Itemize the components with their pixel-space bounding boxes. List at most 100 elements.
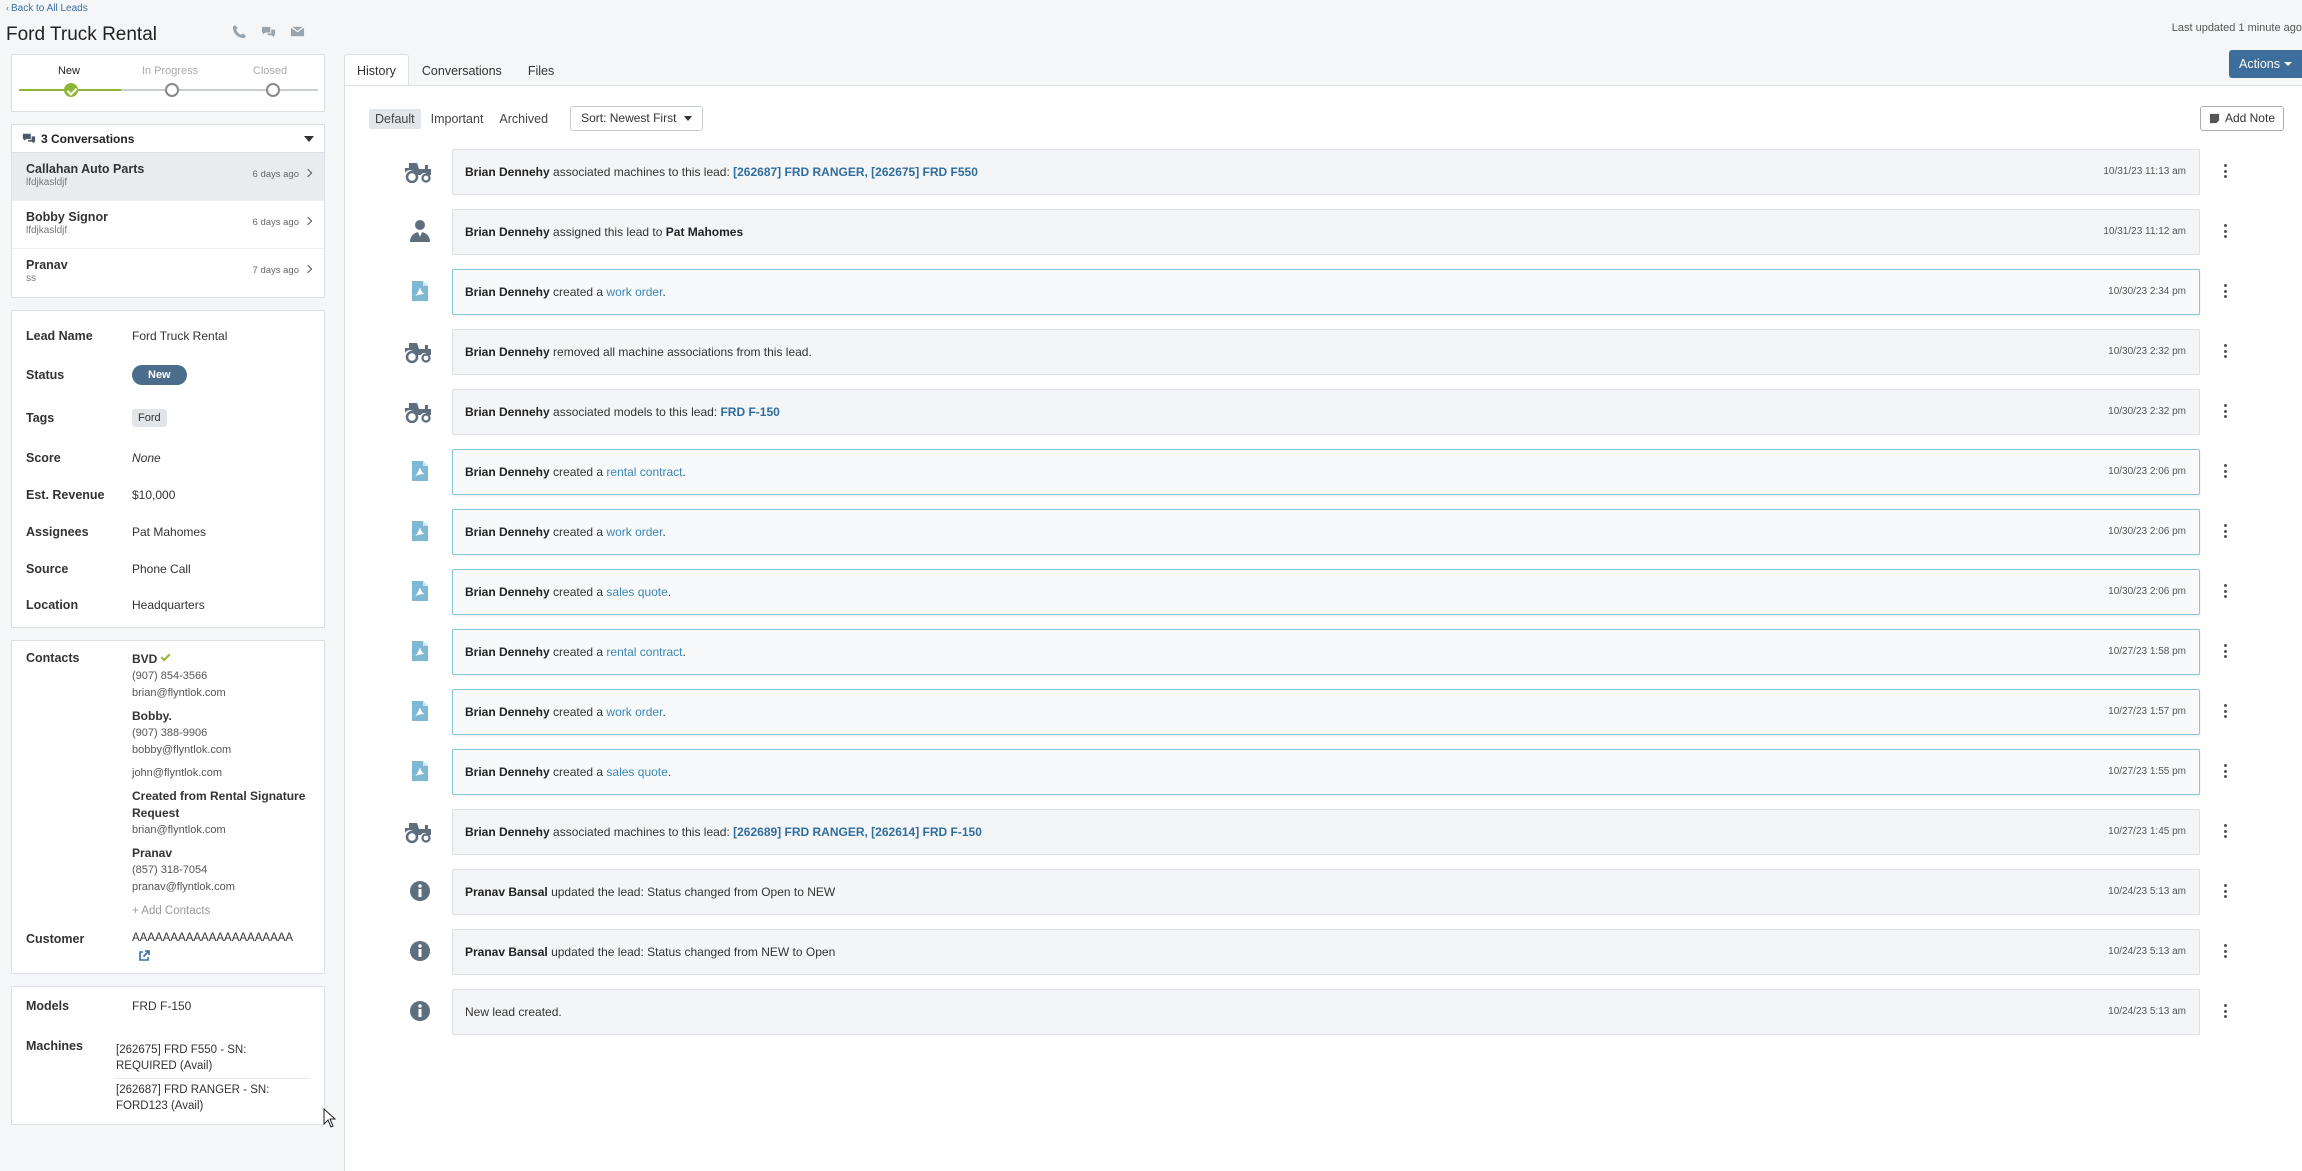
contact-item[interactable]: Pranav (857) 318-7054 pranav@flyntlok.co… [132, 845, 310, 896]
contact-email[interactable]: john@flyntlok.com [132, 765, 310, 782]
customer-value[interactable]: AAAAAAAAAAAAAAAAAAAAA [132, 932, 293, 944]
stage-new-dot[interactable] [64, 83, 78, 97]
history-entry[interactable]: Brian Dennehy created a work order. 10/30… [452, 509, 2200, 555]
lead-name-row: Lead Name Ford Truck Rental [12, 319, 324, 353]
contact-item[interactable]: Created from Rental Signature Request br… [132, 788, 310, 839]
contact-phone[interactable]: (907) 854-3566 [132, 668, 310, 685]
tab-history[interactable]: History [344, 54, 409, 86]
history-link[interactable]: [262689] FRD RANGER, [262614] FRD F-150 [733, 825, 982, 839]
model-value[interactable]: FRD F-150 [132, 999, 191, 1039]
customer-label: Customer [26, 932, 85, 946]
history-link[interactable]: work order [606, 705, 662, 719]
more-options-icon[interactable] [2223, 764, 2227, 778]
conversation-item[interactable]: Callahan Auto Parts lfdjkasldjf 6 days a… [12, 153, 324, 201]
history-entry[interactable]: Brian Dennehy assigned this lead to Pat … [452, 209, 2200, 255]
tractor-icon [405, 338, 435, 364]
contact-item[interactable]: Bobby. (907) 388-9906 bobby@flyntlok.com [132, 708, 310, 759]
history-entry[interactable]: Brian Dennehy created a sales quote. 10/2… [452, 749, 2200, 795]
more-options-icon[interactable] [2223, 464, 2227, 478]
history-entry[interactable]: New lead created. 10/24/23 5:13 am [452, 989, 2200, 1035]
more-options-icon[interactable] [2223, 404, 2227, 418]
history-entry[interactable]: Brian Dennehy associated machines to thi… [452, 149, 2200, 195]
tab-conversations[interactable]: Conversations [409, 54, 515, 86]
conversations-header[interactable]: 3 Conversations [12, 125, 324, 153]
phone-icon[interactable] [232, 24, 247, 39]
contact-email[interactable]: brian@flyntlok.com [132, 685, 310, 702]
history-link[interactable]: rental contract [606, 465, 682, 479]
history-entry[interactable]: Brian Dennehy created a work order. 10/27… [452, 689, 2200, 735]
filter-archived[interactable]: Archived [493, 109, 554, 129]
stage-closed-dot[interactable] [266, 83, 280, 97]
actions-button[interactable]: Actions [2229, 50, 2302, 78]
conversation-item[interactable]: Bobby Signor lfdjkasldjf 6 days ago [12, 201, 324, 249]
location-value[interactable]: Headquarters [132, 598, 205, 612]
add-contacts-link[interactable]: + Add Contacts [132, 902, 310, 920]
history-entry[interactable]: Brian Dennehy associated models to this … [452, 389, 2200, 435]
history-link[interactable]: FRD F-150 [720, 405, 779, 419]
contact-phone[interactable]: (907) 388-9906 [132, 725, 310, 742]
machine-item[interactable]: [262675] FRD F550 - SN: REQUIRED (Avail) [114, 1039, 310, 1079]
email-icon[interactable] [290, 24, 305, 39]
chat-icon[interactable] [261, 24, 276, 39]
more-options-icon[interactable] [2223, 944, 2227, 958]
contact-email[interactable]: pranav@flyntlok.com [132, 879, 310, 896]
external-link-icon[interactable] [138, 950, 150, 962]
more-options-icon[interactable] [2223, 884, 2227, 898]
contact-phone[interactable]: (857) 318-7054 [132, 862, 310, 879]
history-link[interactable]: sales quote [606, 585, 667, 599]
assignees-value[interactable]: Pat Mahomes [132, 525, 206, 539]
status-badge[interactable]: New [132, 365, 187, 385]
history-entry[interactable]: Pranav Bansal updated the lead: Status c… [452, 929, 2200, 975]
more-options-icon[interactable] [2223, 164, 2227, 178]
history-entry[interactable]: Brian Dennehy associated machines to thi… [452, 809, 2200, 855]
conversation-item[interactable]: Pranav ss 7 days ago [12, 249, 324, 297]
more-options-icon[interactable] [2223, 644, 2227, 658]
more-options-icon[interactable] [2223, 584, 2227, 598]
lead-name-value[interactable]: Ford Truck Rental [132, 329, 227, 343]
history-entry[interactable]: Brian Dennehy created a sales quote. 10/3… [452, 569, 2200, 615]
more-options-icon[interactable] [2223, 824, 2227, 838]
filter-important[interactable]: Important [425, 109, 490, 129]
history-entry[interactable]: Brian Dennehy removed all machine associ… [452, 329, 2200, 375]
filter-default[interactable]: Default [369, 108, 421, 129]
sort-select[interactable]: Sort: Newest First [570, 106, 704, 131]
models-row: Models FRD F-150 [26, 999, 310, 1039]
source-value[interactable]: Phone Call [132, 562, 191, 576]
history-entry[interactable]: Pranav Bansal updated the lead: Status c… [452, 869, 2200, 915]
lead-tabs: History Conversations Files [344, 54, 567, 86]
contact-email[interactable]: brian@flyntlok.com [132, 822, 310, 839]
more-options-icon[interactable] [2223, 524, 2227, 538]
back-to-leads-link[interactable]: ‹ Back to All Leads [6, 3, 88, 14]
more-options-icon[interactable] [2223, 284, 2227, 298]
score-value[interactable]: None [132, 451, 161, 465]
history-link[interactable]: work order [606, 525, 662, 539]
contact-item[interactable]: BVD (907) 854-3566 brian@flyntlok.com [132, 651, 310, 702]
conversation-time: 6 days ago [252, 169, 299, 180]
caret-down-icon[interactable] [304, 135, 314, 142]
history-link[interactable]: rental contract [606, 645, 682, 659]
more-options-icon[interactable] [2223, 224, 2227, 238]
stage-in-progress-dot[interactable] [165, 83, 179, 97]
more-options-icon[interactable] [2223, 344, 2227, 358]
conversations-count: 3 Conversations [41, 131, 135, 146]
status-row: Status New [12, 353, 324, 397]
history-text: created a [553, 285, 604, 299]
more-options-icon[interactable] [2223, 704, 2227, 718]
history-entry[interactable]: Brian Dennehy created a rental contract.… [452, 629, 2200, 675]
history-link[interactable]: sales quote [606, 765, 667, 779]
info-icon [405, 878, 435, 904]
contact-item[interactable]: john@flyntlok.com [132, 765, 310, 782]
revenue-value[interactable]: $10,000 [132, 488, 175, 502]
contact-email[interactable]: bobby@flyntlok.com [132, 742, 310, 759]
history-time: 10/24/23 5:13 am [2108, 946, 2186, 957]
history-entry[interactable]: Brian Dennehy created a rental contract.… [452, 449, 2200, 495]
add-note-button[interactable]: Add Note [2199, 106, 2284, 131]
tag-chip[interactable]: Ford [132, 409, 167, 427]
add-note-label: Add Note [2224, 111, 2275, 125]
tab-files[interactable]: Files [515, 54, 567, 86]
history-link[interactable]: work order [606, 285, 662, 299]
machine-item[interactable]: [262687] FRD RANGER - SN: FORD123 (Avail… [114, 1079, 310, 1118]
history-entry[interactable]: Brian Dennehy created a work order. 10/30… [452, 269, 2200, 315]
history-link[interactable]: [262687] FRD RANGER, [262675] FRD F550 [733, 165, 978, 179]
more-options-icon[interactable] [2223, 1004, 2227, 1018]
